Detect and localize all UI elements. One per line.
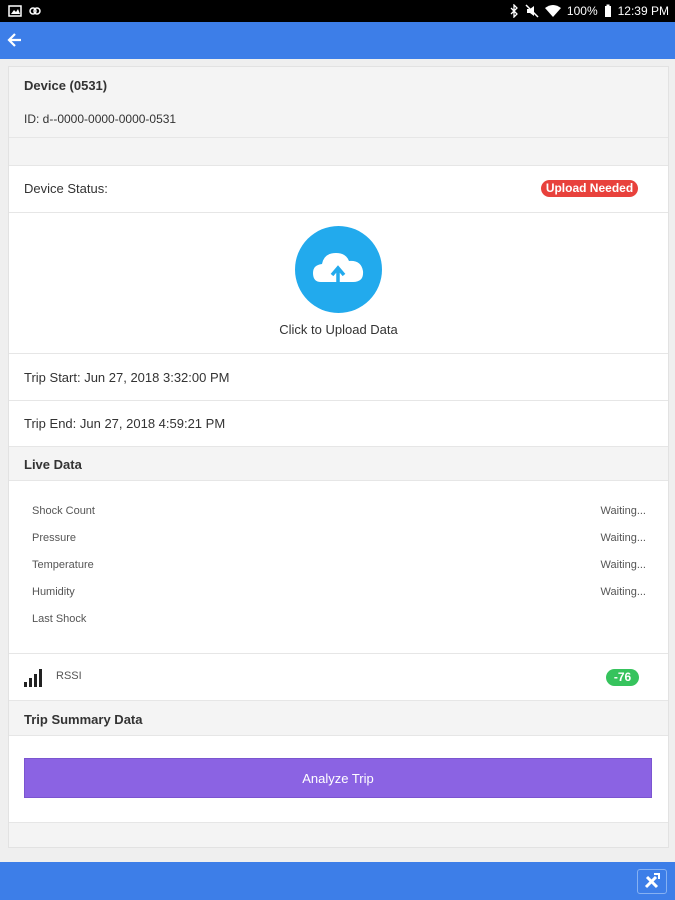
upload-button[interactable] [295, 226, 382, 313]
live-value: Waiting... [600, 586, 646, 598]
system-status-bar: 100% 12:39 PM [0, 0, 675, 22]
clock: 12:39 PM [617, 4, 669, 18]
live-value: Waiting... [600, 559, 646, 571]
device-status-row: Device Status: Upload Needed [9, 166, 668, 213]
live-label: Shock Count [32, 505, 95, 517]
device-title: Device (0531) [24, 78, 108, 93]
cloud-upload-icon [313, 253, 364, 284]
upload-section: Click to Upload Data [9, 213, 668, 354]
trip-end: Trip End: Jun 27, 2018 4:59:21 PM [24, 416, 226, 431]
live-label: Temperature [32, 559, 94, 571]
live-data-list: Shock Count Waiting... Pressure Waiting.… [9, 481, 668, 654]
analyze-trip-button[interactable]: Analyze Trip [24, 758, 652, 798]
status-badge: Upload Needed [541, 180, 638, 197]
live-value: Waiting... [600, 532, 646, 544]
signal-bars-icon [24, 669, 42, 687]
tools-icon [644, 873, 660, 889]
mute-icon [525, 4, 539, 18]
back-arrow-icon [7, 33, 21, 47]
battery-icon [604, 4, 611, 17]
device-card: Device (0531) ID: d--0000-0000-0000-0531… [8, 66, 669, 848]
device-status-label: Device Status: [24, 181, 108, 196]
trip-end-row: Trip End: Jun 27, 2018 4:59:21 PM [9, 401, 668, 447]
trip-summary-header: Trip Summary Data [9, 701, 668, 736]
rssi-row: RSSI -76 [9, 654, 668, 701]
wifi-icon [544, 5, 561, 17]
rssi-label: RSSI [56, 670, 82, 682]
card-footer [9, 822, 668, 847]
image-icon [8, 5, 22, 17]
rssi-badge: -76 [606, 669, 639, 686]
tools-button[interactable] [637, 869, 667, 894]
device-id: ID: d--0000-0000-0000-0531 [24, 112, 177, 126]
link-icon [29, 7, 41, 15]
trip-start-row: Trip Start: Jun 27, 2018 3:32:00 PM [9, 354, 668, 401]
live-label: Last Shock [32, 613, 87, 625]
live-value: Waiting... [600, 505, 646, 517]
battery-percent: 100% [566, 4, 598, 18]
trip-start: Trip Start: Jun 27, 2018 3:32:00 PM [24, 370, 230, 385]
device-header: Device (0531) ID: d--0000-0000-0000-0531 [9, 67, 668, 138]
notification-icons [8, 4, 42, 18]
live-label: Humidity [32, 586, 75, 598]
live-data-title: Live Data [24, 457, 82, 472]
bluetooth-icon [510, 4, 518, 18]
live-data-header: Live Data [9, 447, 668, 481]
upload-label: Click to Upload Data [279, 322, 398, 337]
trip-summary-title: Trip Summary Data [24, 712, 143, 727]
app-bar [0, 22, 675, 59]
spacer-row [9, 138, 668, 166]
back-button[interactable] [6, 28, 26, 52]
live-label: Pressure [32, 532, 77, 544]
bottom-bar [0, 862, 675, 900]
